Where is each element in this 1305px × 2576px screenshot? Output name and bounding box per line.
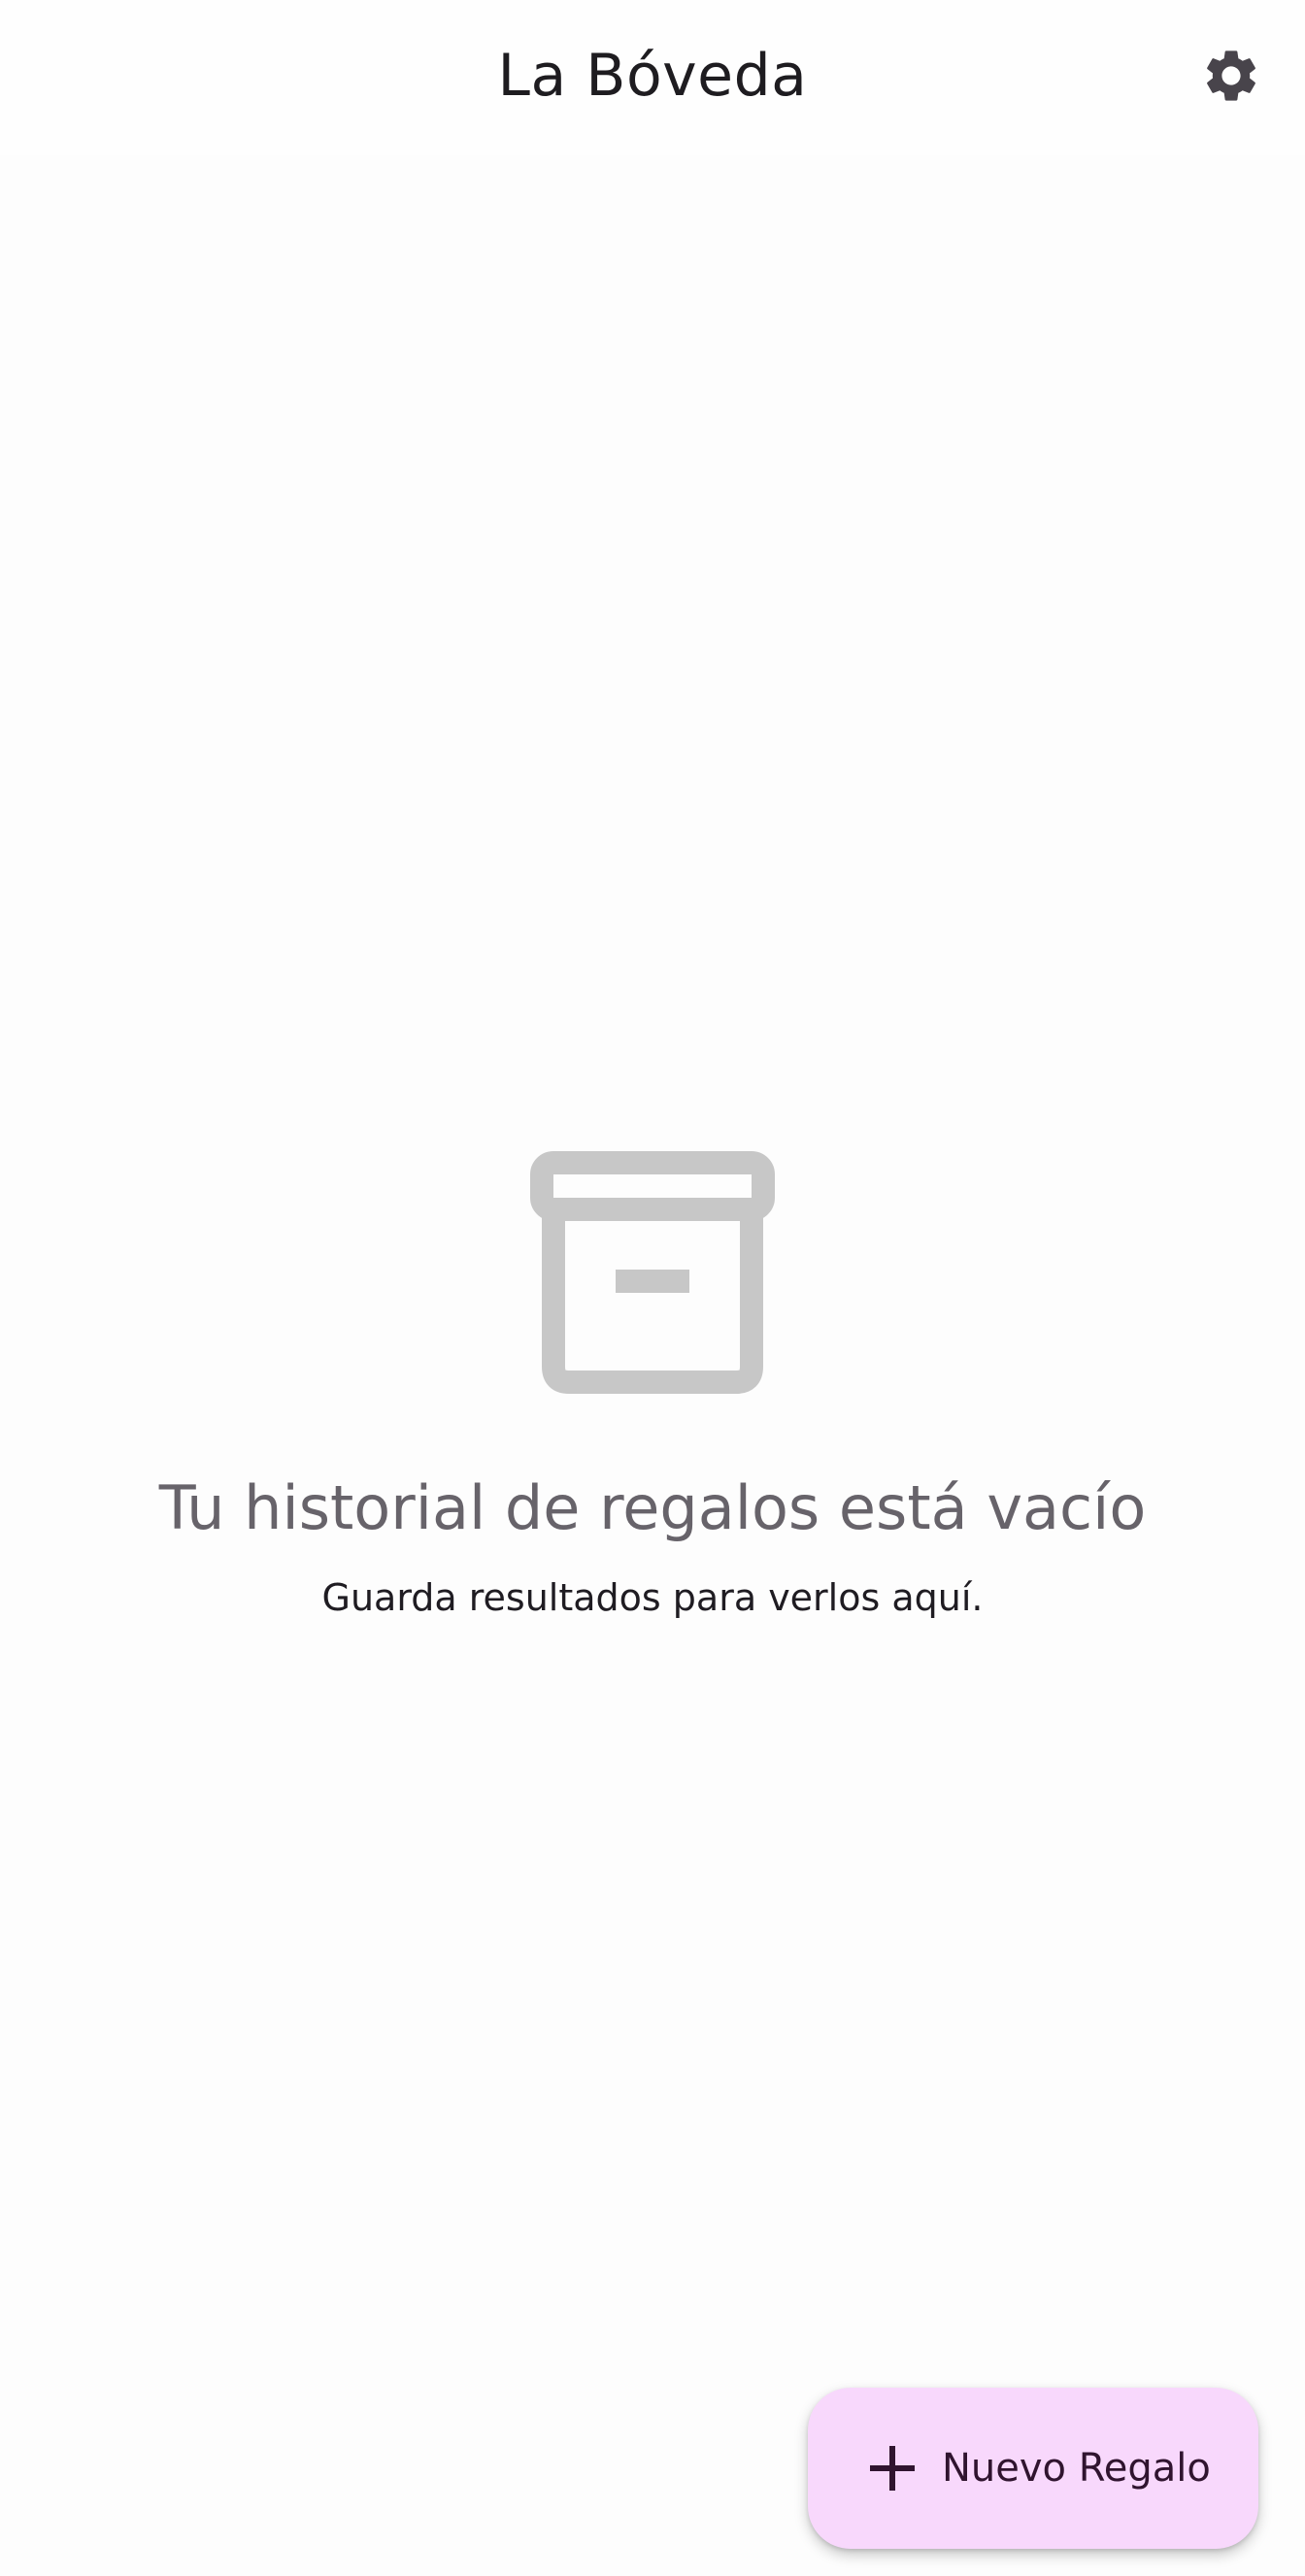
new-gift-button[interactable]: Nuevo Regalo: [808, 2388, 1258, 2549]
settings-button[interactable]: [1190, 35, 1272, 116]
empty-state-subtitle: Guarda resultados para verlos aquí.: [321, 1576, 984, 1619]
gear-icon: [1207, 50, 1255, 101]
plus-icon: [866, 2442, 919, 2494]
new-gift-label: Nuevo Regalo: [942, 2446, 1211, 2491]
page-title: La Bóveda: [497, 42, 808, 110]
empty-state-title: Tu historial de regalos está vacío: [158, 1472, 1147, 1543]
archive-box-icon: [530, 1151, 775, 1394]
app-bar: La Bóveda: [0, 0, 1305, 155]
